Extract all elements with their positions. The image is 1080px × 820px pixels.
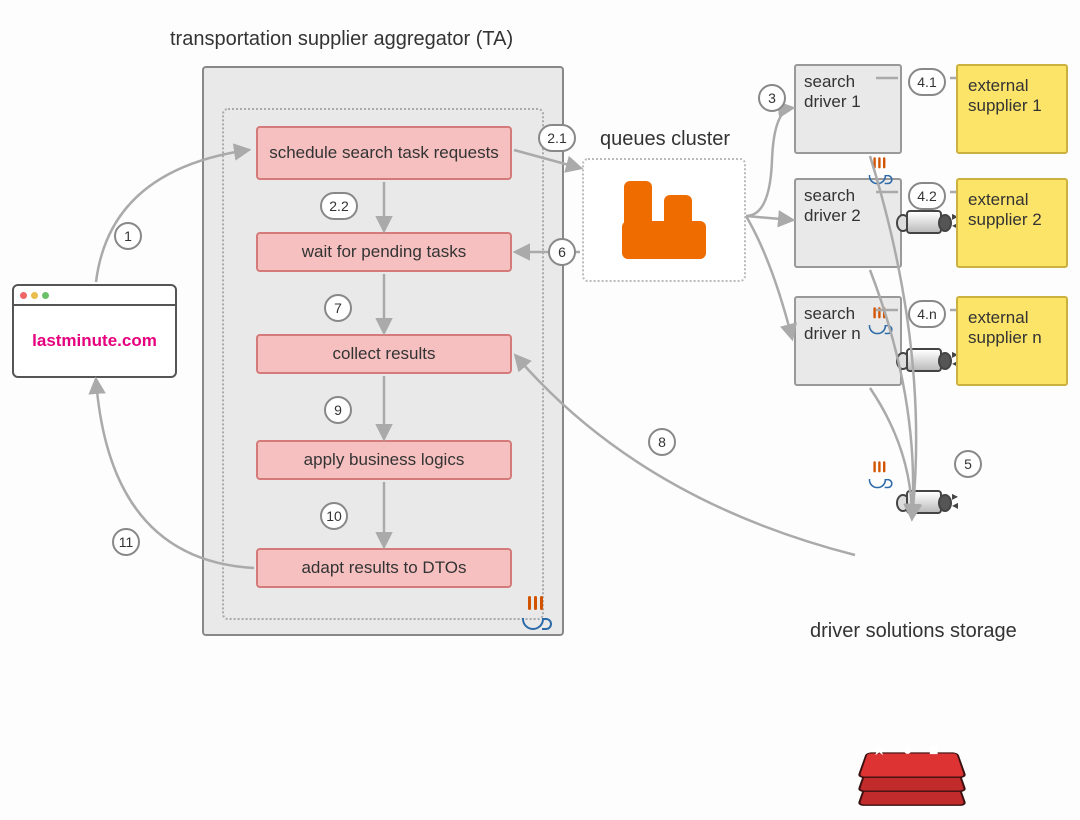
badge-4-1: 4.1 (908, 68, 946, 96)
step-wait: wait for pending tasks (256, 232, 512, 272)
step-schedule: schedule search task requests (256, 126, 512, 180)
browser-window: lastminute.com (12, 284, 177, 378)
driver-label: search driver n (804, 304, 861, 343)
java-icon (518, 594, 552, 630)
search-driver-2: search driver 2 (794, 178, 902, 268)
supplier-label: external supplier 1 (968, 76, 1042, 115)
step-collect: collect results (256, 334, 512, 374)
supplier-label: external supplier n (968, 308, 1042, 347)
badge-10: 10 (320, 502, 348, 530)
storage-label: driver solutions storage (810, 620, 1017, 643)
badge-6: 6 (548, 238, 576, 266)
java-icon (865, 306, 892, 335)
external-supplier-2: external supplier 2 (956, 178, 1068, 268)
external-supplier-1: external supplier 1 (956, 64, 1068, 154)
badge-1: 1 (114, 222, 142, 250)
queues-cluster (582, 158, 746, 282)
traffic-light-max-icon (42, 292, 49, 299)
badge-3: 3 (758, 84, 786, 112)
rabbitmq-icon (622, 181, 706, 259)
badge-7: 7 (324, 294, 352, 322)
search-driver-1: search driver 1 (794, 64, 902, 154)
brand-logo-text: lastminute.com (32, 331, 157, 351)
java-icon (865, 156, 892, 185)
supplier-label: external supplier 2 (968, 190, 1042, 229)
connector-cylinder-icon: ▸◂ (898, 348, 950, 372)
traffic-light-close-icon (20, 292, 27, 299)
step-apply: apply business logics (256, 440, 512, 480)
badge-8: 8 (648, 428, 676, 456)
badge-9: 9 (324, 396, 352, 424)
redis-icon: ★ ● ■ (858, 740, 968, 820)
driver-label: search driver 1 (804, 72, 861, 111)
external-supplier-n: external supplier n (956, 296, 1068, 386)
badge-11: 11 (112, 528, 140, 556)
traffic-light-min-icon (31, 292, 38, 299)
connector-cylinder-icon: ▸◂ (898, 210, 950, 234)
ta-title: transportation supplier aggregator (TA) (170, 28, 570, 51)
badge-4-2: 4.2 (908, 182, 946, 210)
badge-2-2: 2.2 (320, 192, 358, 220)
step-adapt: adapt results to DTOs (256, 548, 512, 588)
queues-cluster-title: queues cluster (600, 128, 730, 151)
badge-2-1: 2.1 (538, 124, 576, 152)
badge-4-n: 4.n (908, 300, 946, 328)
badge-5: 5 (954, 450, 982, 478)
java-icon (865, 460, 892, 489)
connector-cylinder-icon: ▸◂ (898, 490, 950, 514)
driver-label: search driver 2 (804, 186, 861, 225)
browser-titlebar (14, 286, 175, 306)
